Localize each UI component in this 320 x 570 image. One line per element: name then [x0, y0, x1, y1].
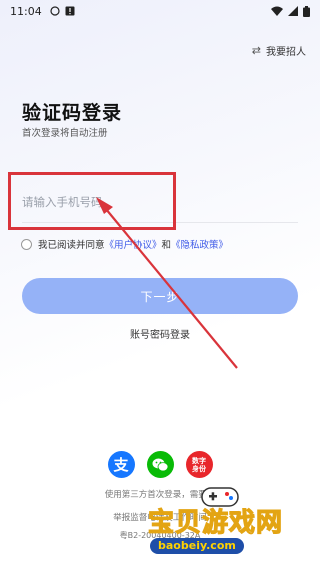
page-subtitle: 首次登录将自动注册 — [22, 128, 108, 139]
alipay-login-button[interactable]: 支 — [107, 451, 135, 478]
report-hotline: 举报监督电话及工作时间 — [113, 513, 207, 523]
digital-id-login-button[interactable]: 数字身份 — [185, 451, 213, 478]
swap-icon: ⇄ — [251, 44, 261, 57]
wechat-login-button[interactable] — [146, 451, 174, 478]
warning-icon — [65, 6, 75, 16]
user-agreement-link[interactable]: 《用户协议》 — [105, 237, 162, 251]
signal-icon — [288, 6, 298, 16]
privacy-policy-link[interactable]: 《隐私政策》 — [171, 237, 228, 251]
page-title: 验证码登录 — [22, 102, 123, 124]
digital-id-icon: 数字身份 — [192, 456, 206, 473]
recruit-label: 我要招人 — [266, 47, 306, 58]
next-button[interactable]: 下一步 — [22, 278, 298, 314]
agreement-and: 和 — [161, 240, 172, 251]
phone-field-highlight — [8, 172, 176, 230]
battery-icon — [303, 5, 310, 17]
agreement-row: 我已阅读并同意 《用户协议》 和 《隐私政策》 — [21, 237, 228, 251]
third-party-login: 支 数字身份 — [0, 451, 320, 478]
wifi-icon — [271, 6, 283, 16]
password-login-link[interactable]: 账号密码登录 — [0, 326, 320, 341]
alipay-icon: 支 — [113, 456, 129, 474]
recruit-link[interactable]: ⇄ 我要招人 — [252, 43, 306, 58]
agreement-prefix: 我已阅读并同意 — [38, 240, 105, 251]
icp-license: 粤B2-20040400-32A — [119, 531, 201, 540]
agreement-checkbox[interactable] — [21, 238, 32, 250]
status-icons-left — [50, 6, 75, 16]
status-bar: 11:04 — [0, 0, 320, 22]
status-icons-right — [271, 5, 310, 17]
third-party-note: 使用第三方首次登录，需要验 — [104, 490, 216, 500]
status-time: 11:04 — [10, 4, 42, 18]
circle-outline-icon — [50, 6, 60, 16]
wechat-icon — [152, 458, 168, 471]
